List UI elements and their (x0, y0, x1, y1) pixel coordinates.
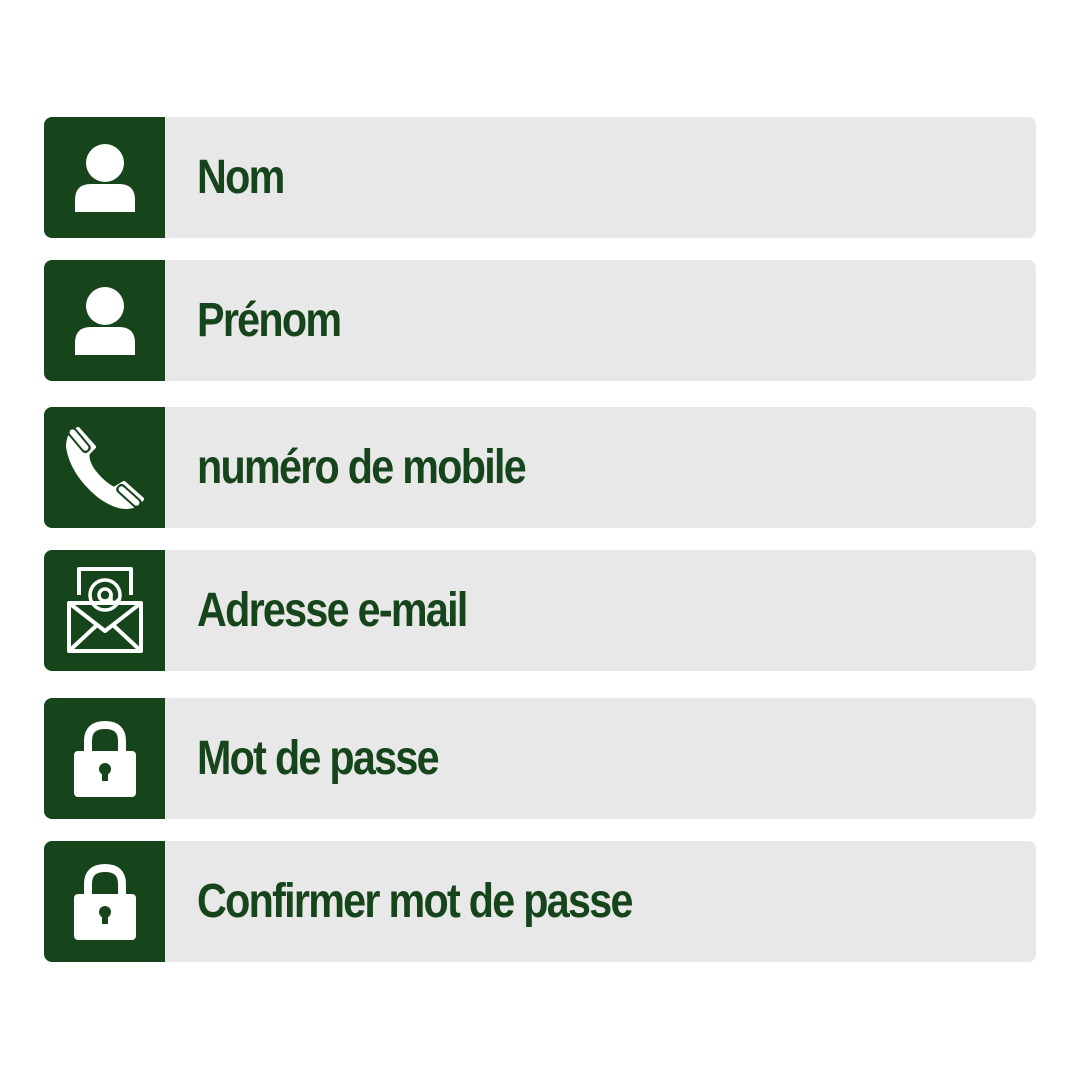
phone-icon (44, 407, 165, 528)
confirm-password-input[interactable]: Confirmer mot de passe (165, 841, 1036, 962)
email-icon (44, 550, 165, 671)
email-field[interactable]: Adresse e-mail (44, 550, 1036, 671)
lock-icon (44, 698, 165, 819)
password-input[interactable]: Mot de passe (165, 698, 1036, 819)
user-icon (44, 260, 165, 381)
email-input[interactable]: Adresse e-mail (165, 550, 1036, 671)
first-name-field[interactable]: Prénom (44, 260, 1036, 381)
mobile-placeholder: numéro de mobile (197, 441, 527, 494)
password-field[interactable]: Mot de passe (44, 698, 1036, 819)
lock-icon (44, 841, 165, 962)
first-name-input[interactable]: Prénom (165, 260, 1036, 381)
last-name-placeholder: Nom (197, 151, 285, 204)
password-placeholder: Mot de passe (197, 732, 440, 785)
mobile-field[interactable]: numéro de mobile (44, 407, 1036, 528)
first-name-placeholder: Prénom (197, 294, 342, 347)
last-name-input[interactable]: Nom (165, 117, 1036, 238)
email-placeholder: Adresse e-mail (197, 584, 468, 637)
last-name-field[interactable]: Nom (44, 117, 1036, 238)
confirm-password-placeholder: Confirmer mot de passe (197, 875, 633, 928)
confirm-password-field[interactable]: Confirmer mot de passe (44, 841, 1036, 962)
user-icon (44, 117, 165, 238)
mobile-input[interactable]: numéro de mobile (165, 407, 1036, 528)
